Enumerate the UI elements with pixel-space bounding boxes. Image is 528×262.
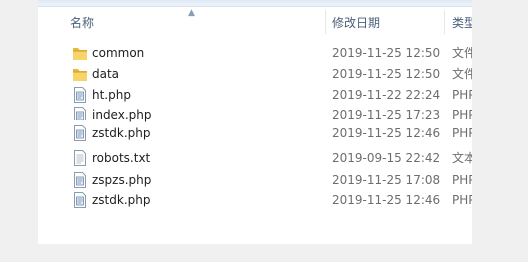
file-row[interactable]: zstdk.php 2019-11-25 12:46 PHP	[38, 123, 472, 143]
file-type: 文件夹	[452, 67, 472, 81]
column-header-modified[interactable]: 修改日期	[332, 8, 442, 36]
folder-icon	[72, 44, 88, 62]
file-modified-date: 2019-11-25 12:46	[332, 126, 441, 140]
php-file-icon	[72, 171, 88, 189]
file-name: data	[92, 67, 120, 81]
file-type: PHP	[452, 126, 472, 140]
column-header-type[interactable]: 类型	[452, 8, 472, 36]
file-row[interactable]: index.php 2019-11-25 17:23 PHP	[38, 106, 472, 122]
file-name: index.php	[92, 108, 152, 122]
text-file-icon	[72, 149, 88, 167]
file-row[interactable]: data 2019-11-25 12:50 文件夹	[38, 64, 472, 84]
column-header-bar: 名称 ▲ 修改日期 类型	[38, 8, 472, 36]
file-modified-date: 2019-09-15 22:42	[332, 151, 441, 165]
php-file-icon	[72, 191, 88, 209]
file-modified-date: 2019-11-25 12:46	[332, 193, 441, 207]
file-modified-date: 2019-11-25 12:50	[332, 46, 441, 60]
file-type: 文件夹	[452, 46, 472, 60]
file-row[interactable]: zspzs.php 2019-11-25 17:08 PHP	[38, 170, 472, 190]
file-row[interactable]: ht.php 2019-11-22 22:24 PHP	[38, 85, 472, 105]
file-name: common	[92, 46, 145, 60]
file-name: robots.txt	[92, 151, 151, 165]
sort-ascending-icon: ▲	[188, 8, 195, 18]
file-type: 文本	[452, 151, 472, 165]
file-modified-date: 2019-11-25 17:23	[332, 108, 441, 122]
file-type: PHP	[452, 108, 472, 122]
column-divider[interactable]	[325, 10, 326, 34]
file-row[interactable]: robots.txt 2019-09-15 22:42 文本	[38, 148, 472, 168]
file-name: zstdk.php	[92, 193, 151, 207]
file-name: zspzs.php	[92, 173, 152, 187]
php-file-icon	[72, 124, 88, 142]
file-type: PHP	[452, 173, 472, 187]
file-list-window: 名称 ▲ 修改日期 类型 common 2019-11-25 12:50 文件夹	[38, 0, 472, 244]
file-modified-date: 2019-11-22 22:24	[332, 88, 441, 102]
php-file-icon	[72, 106, 88, 120]
column-header-name[interactable]: 名称	[70, 8, 320, 36]
file-row[interactable]: common 2019-11-25 12:50 文件夹	[38, 43, 472, 63]
php-file-icon	[72, 86, 88, 104]
file-row[interactable]: zstdk.php 2019-11-25 12:46 PHP	[38, 190, 472, 210]
file-name: zstdk.php	[92, 126, 151, 140]
window-top-strip	[38, 0, 472, 7]
file-type: PHP	[452, 88, 472, 102]
column-divider[interactable]	[444, 10, 445, 34]
folder-icon	[72, 65, 88, 83]
file-modified-date: 2019-11-25 17:08	[332, 173, 441, 187]
file-name: ht.php	[92, 88, 131, 102]
file-type: PHP	[452, 193, 472, 207]
file-modified-date: 2019-11-25 12:50	[332, 67, 441, 81]
